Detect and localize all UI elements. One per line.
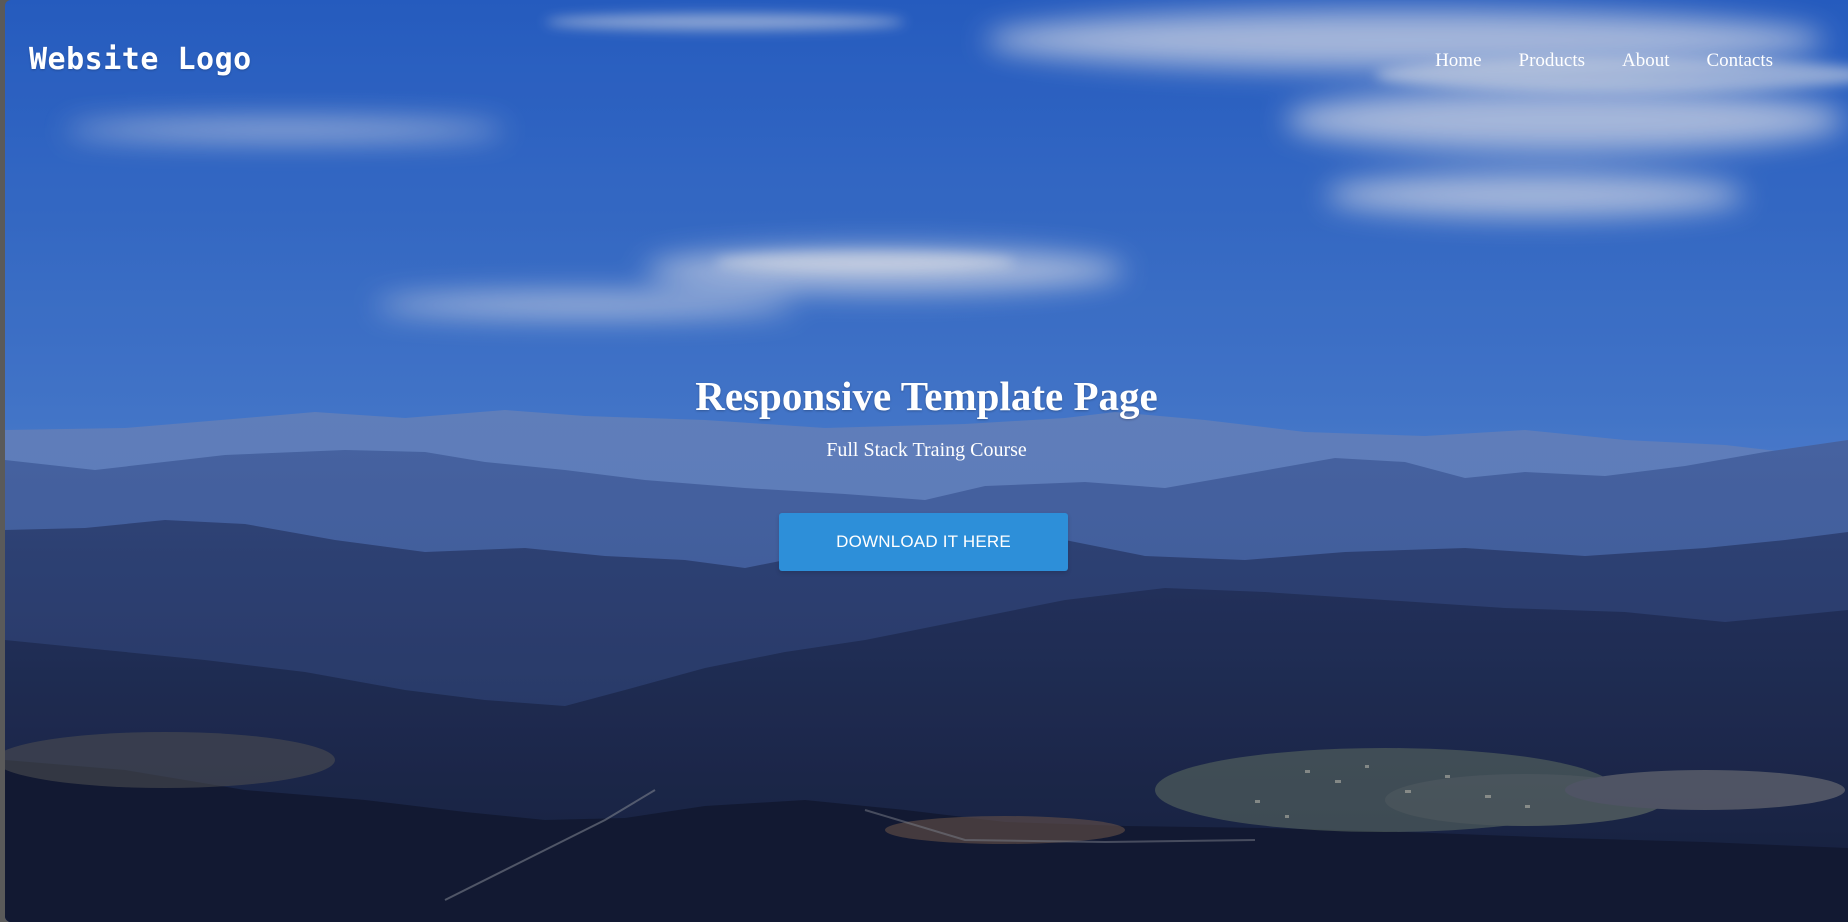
nav-item-contacts: Contacts [1707,50,1774,72]
nav-item-about: About [1622,50,1670,72]
nav-item-home: Home [1435,50,1481,72]
nav-link-contacts[interactable]: Contacts [1707,50,1774,71]
nav-links: Home Products About Contacts [1398,50,1773,72]
hero-subtitle: Full Stack Traing Course [826,439,1027,461]
hero-title: Responsive Template Page [695,373,1158,419]
nav-item-products: Products [1519,50,1586,72]
website-logo[interactable]: Website Logo [29,42,252,77]
download-button[interactable]: DOWNLOAD IT HERE [779,513,1068,571]
hero-content: Responsive Template Page Full Stack Trai… [5,368,1848,464]
nav-link-home[interactable]: Home [1435,50,1481,71]
nav-link-about[interactable]: About [1622,50,1670,71]
nav-link-products[interactable]: Products [1519,50,1586,71]
browser-viewport: Website Logo Home Products About Contact… [5,0,1848,922]
navbar: Website Logo Home Products About Contact… [5,0,1848,120]
